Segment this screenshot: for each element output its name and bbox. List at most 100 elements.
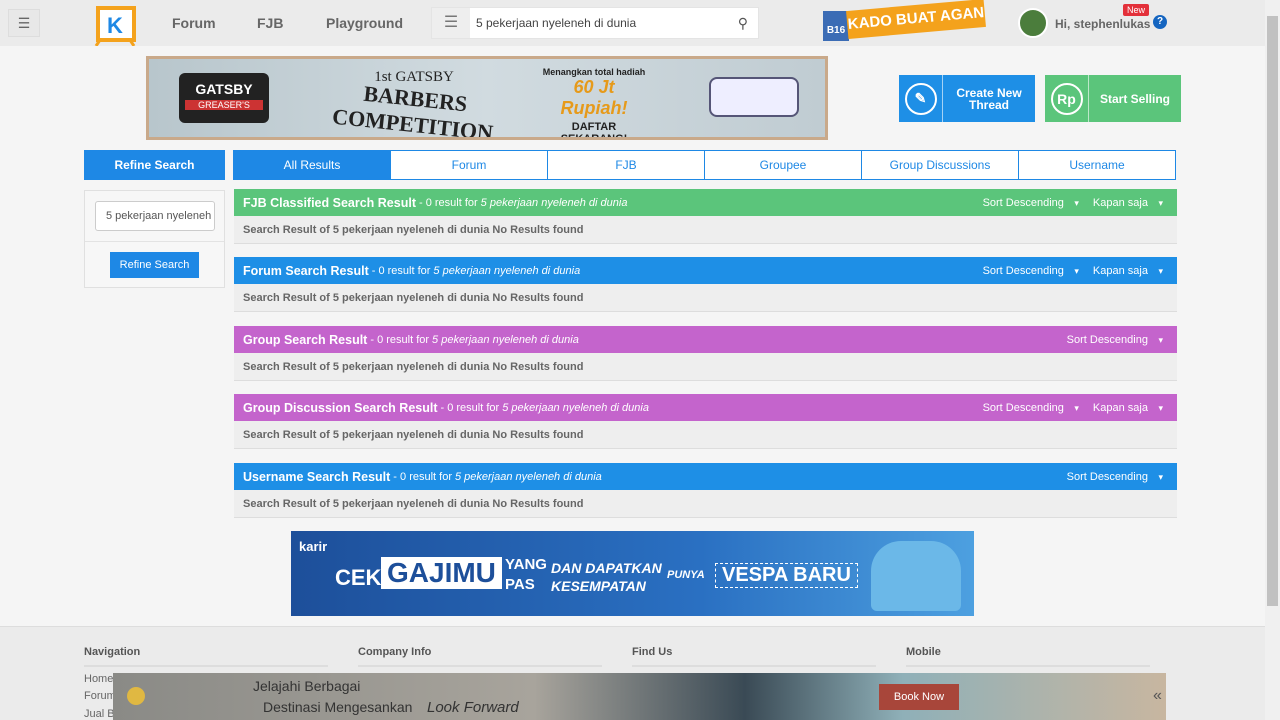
garuda-ad-banner[interactable]: Jelajahi Berbagai Destinasi Mengesankan …: [113, 673, 1166, 720]
result-tabs: All Results Forum FJB Groupee Group Disc…: [233, 150, 1176, 180]
new-badge: New: [1123, 4, 1150, 16]
scrollbar[interactable]: [1265, 0, 1280, 720]
sort-dropdown[interactable]: Sort Descending: [1067, 334, 1163, 346]
section-title: Username Search Result: [243, 469, 391, 484]
create-new-thread-button[interactable]: ✎ Create New Thread: [899, 75, 1035, 122]
avatar[interactable]: [1018, 8, 1048, 38]
sort-dropdown[interactable]: Sort Descending: [983, 197, 1079, 209]
svg-text:K: K: [107, 13, 123, 38]
pencil-icon: ✎: [904, 82, 937, 115]
tab-forum[interactable]: Forum: [390, 150, 548, 180]
ad-text-6: VESPA BARU: [715, 563, 858, 588]
ad-text-5: PUNYA: [667, 569, 705, 581]
section-body: Search Result of 5 pekerjaan nyeleneh di…: [234, 353, 1177, 381]
result-section: Group Search Result - 0 result for 5 peker…: [234, 326, 1177, 381]
ad-tagline: Look Forward: [427, 699, 519, 716]
divider: [85, 241, 224, 242]
nav-forum[interactable]: Forum: [172, 15, 216, 31]
result-section: Group Discussion Search Result - 0 result…: [234, 394, 1177, 449]
section-header: FJB Classified Search Result - 0 result f…: [234, 189, 1177, 216]
start-selling-button[interactable]: Rp Start Selling: [1045, 75, 1181, 122]
kado-promo-banner[interactable]: B16 KADO BUAT AGAN: [821, 0, 991, 43]
tab-username[interactable]: Username: [1018, 150, 1176, 180]
time-dropdown[interactable]: Kapan saja: [1093, 265, 1163, 277]
ad-cta: DAFTAR SEKARANG!: [560, 121, 628, 140]
product-image: [709, 77, 799, 117]
result-section: FJB Classified Search Result - 0 result f…: [234, 189, 1177, 244]
scrollbar-thumb[interactable]: [1267, 16, 1278, 606]
section-body: Search Result of 5 pekerjaan nyeleneh di…: [234, 421, 1177, 449]
create-label: Create New Thread: [956, 85, 1022, 112]
result-count: - 0 result for: [393, 470, 452, 483]
nav-playground[interactable]: Playground: [326, 15, 403, 31]
refine-search-panel: Refine Search: [84, 190, 225, 288]
vespa-image: [871, 541, 961, 611]
promo-label: KADO BUAT AGAN: [846, 0, 986, 39]
result-count: - 0 result for: [418, 196, 478, 209]
skytrax-logo: [127, 687, 145, 705]
karir-ad-banner[interactable]: karir CEK GAJIMU YANG PAS DAN DAPATKAN K…: [291, 531, 974, 616]
ad-brand: GATSBY: [195, 81, 253, 97]
kaskus-logo[interactable]: K: [90, 2, 144, 47]
ad-line-1: Jelajahi Berbagai: [253, 678, 361, 694]
search-query: 5 pekerjaan nyeleneh di dunia: [433, 264, 581, 277]
search-category-menu-icon[interactable]: ☰: [432, 8, 470, 38]
collapse-ad-icon[interactable]: «: [1153, 687, 1162, 705]
footer-company-heading: Company Info: [358, 646, 602, 667]
search-input[interactable]: [476, 11, 726, 35]
tab-groupee[interactable]: Groupee: [704, 150, 862, 180]
result-section: Forum Search Result - 0 result for 5 peker…: [234, 257, 1177, 312]
footer-link-home[interactable]: Home: [84, 673, 113, 685]
section-header: Forum Search Result - 0 result for 5 peker…: [234, 257, 1177, 284]
section-header: Username Search Result - 0 result for 5 pe…: [234, 463, 1177, 490]
footer-link-jual-beli[interactable]: Jual B: [84, 708, 115, 720]
ad-text-1: CEK: [335, 565, 382, 590]
ad-sub: GREASER'S: [185, 100, 263, 110]
section-header: Group Discussion Search Result - 0 result…: [234, 394, 1177, 421]
footer-navigation-heading: Navigation: [84, 646, 328, 667]
result-count: - 0 result for: [371, 264, 431, 277]
search-query: 5 pekerjaan nyeleneh di dunia: [480, 196, 628, 209]
nav-fjb[interactable]: FJB: [257, 15, 283, 31]
tab-group-discussions[interactable]: Group Discussions: [861, 150, 1019, 180]
ad-text-3: YANG PAS: [505, 556, 547, 593]
refine-search-button[interactable]: Refine Search: [110, 252, 199, 278]
result-section: Username Search Result - 0 result for 5 pe…: [234, 463, 1177, 518]
refine-search-input[interactable]: [95, 201, 215, 231]
sell-label: Start Selling: [1099, 91, 1170, 106]
footer-mobile-heading: Mobile: [906, 646, 1150, 667]
time-dropdown[interactable]: Kapan saja: [1093, 197, 1163, 209]
footer-link-forum[interactable]: Forum: [84, 690, 116, 702]
search-bar: ☰ ⚲: [431, 7, 759, 39]
sort-dropdown[interactable]: Sort Descending: [1067, 471, 1163, 483]
book-now-button[interactable]: Book Now: [879, 684, 959, 710]
search-query: 5 pekerjaan nyeleneh di dunia: [454, 470, 602, 483]
ad-brand: karir: [299, 539, 328, 554]
search-icon[interactable]: ⚲: [738, 15, 748, 32]
result-count: - 0 result for: [440, 401, 500, 414]
section-body: Search Result of 5 pekerjaan nyeleneh di…: [234, 284, 1177, 312]
user-greeting[interactable]: Hi, stephenlukas: [1055, 17, 1150, 31]
section-title: Group Search Result: [243, 332, 368, 347]
gift-icon: B16: [823, 11, 849, 41]
sort-dropdown[interactable]: Sort Descending: [983, 265, 1079, 277]
footer-findus-heading: Find Us: [632, 646, 876, 667]
ad-prize-line: Menangkan total hadiah: [542, 67, 646, 77]
section-body: Search Result of 5 pekerjaan nyeleneh di…: [234, 216, 1177, 244]
ad-text-4: DAN DAPATKAN KESEMPATAN: [551, 560, 662, 594]
gatsby-ad-banner[interactable]: GATSBY GREASER'S 1st GATSBY BARBERS COMP…: [146, 56, 828, 140]
section-title: FJB Classified Search Result: [243, 195, 416, 210]
section-header: Group Search Result - 0 result for 5 peker…: [234, 326, 1177, 353]
help-icon[interactable]: ?: [1153, 15, 1167, 29]
ad-prize: 60 Jt Rupiah!: [560, 77, 628, 118]
tab-all-results[interactable]: All Results: [233, 150, 391, 180]
section-body: Search Result of 5 pekerjaan nyeleneh di…: [234, 490, 1177, 518]
search-query: 5 pekerjaan nyeleneh di dunia: [432, 333, 579, 346]
section-title: Group Discussion Search Result: [243, 400, 438, 415]
tab-fjb[interactable]: FJB: [547, 150, 705, 180]
menu-icon[interactable]: ☰: [8, 9, 40, 37]
sort-dropdown[interactable]: Sort Descending: [983, 402, 1079, 414]
ad-line-2: Destinasi Mengesankan: [263, 699, 413, 715]
search-query: 5 pekerjaan nyeleneh di dunia: [502, 401, 649, 414]
time-dropdown[interactable]: Kapan saja: [1093, 402, 1163, 414]
